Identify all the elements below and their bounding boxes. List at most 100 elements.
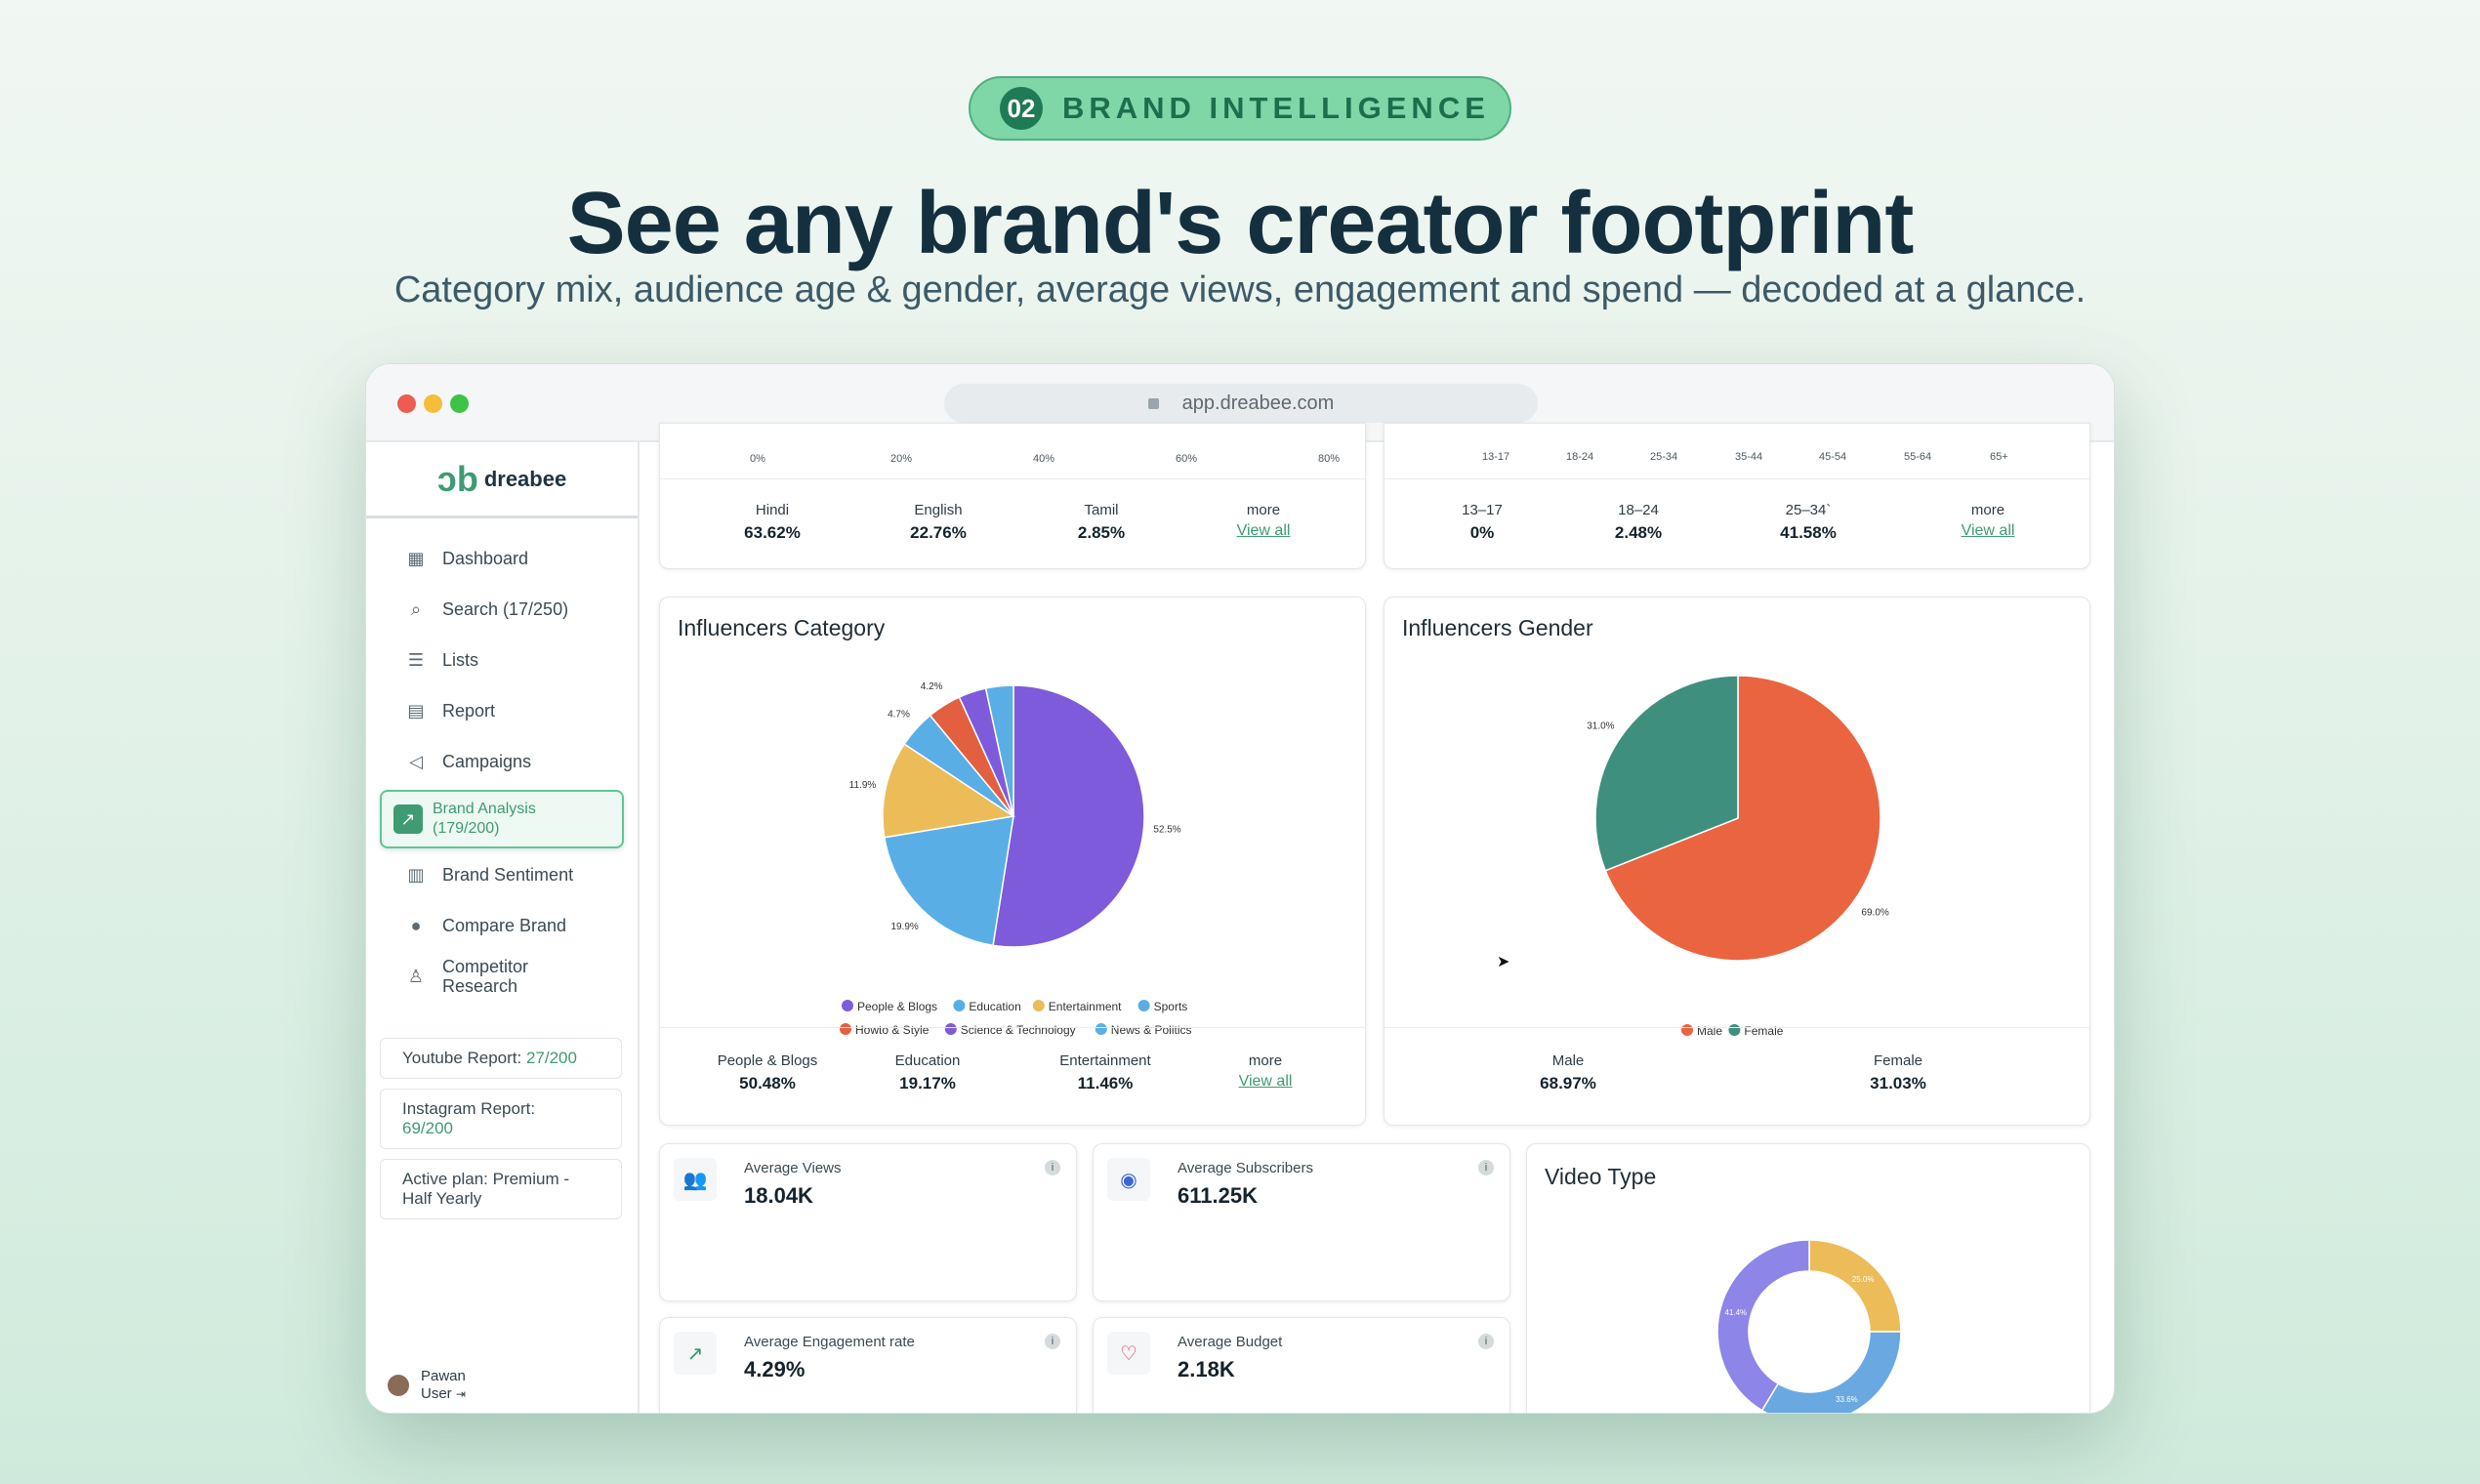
sidebar-item-label: Brand Analysis (179/200) <box>433 801 536 837</box>
metric-label: Average Views <box>744 1160 842 1176</box>
axis-tick: 65+ <box>1990 451 2008 463</box>
stat-label: 13–17 <box>1462 502 1503 518</box>
language-stat: English 22.76% <box>870 502 1007 543</box>
legend-label[interactable]: Entertainment <box>1049 1000 1122 1013</box>
influencers-category-panel: Influencers Category 52.5% 19.9% 11.9% 4.7%… <box>659 597 1366 1126</box>
metric-value: 18.04K <box>744 1183 813 1208</box>
active-plan-text: Active plan: Premium - Half Yearly <box>402 1170 569 1208</box>
category-stat: Entertainment 11.46% <box>1037 1052 1174 1093</box>
close-window-button[interactable] <box>397 394 416 413</box>
view-all-link[interactable]: View all <box>1195 522 1332 540</box>
divider <box>1385 478 2089 479</box>
video-type-donut-chart: 25.0% 33.6% 41.4% <box>1716 1239 1902 1414</box>
logo-word: dreabee <box>483 466 567 491</box>
category-pie-chart: 52.5% 19.9% 11.9% 4.7% 4.2% People & Blogs Edu… <box>840 681 1192 1037</box>
sidebar-item-report[interactable]: ▤ Report <box>382 688 626 733</box>
list-icon: ☰ <box>407 649 425 670</box>
category-stat: Education 19.17% <box>859 1052 996 1093</box>
data-label: 41.4% <box>1724 1308 1747 1317</box>
axis-tick: 40% <box>1033 453 1055 465</box>
sidebar-item-label: Campaigns <box>442 751 532 771</box>
data-label: 69.0% <box>1861 908 1888 919</box>
legend-label[interactable]: Education <box>969 1000 1020 1013</box>
metric-value: 4.29% <box>744 1357 806 1381</box>
legend-swatch <box>842 1000 853 1011</box>
pie-slice[interactable] <box>1760 1331 1902 1414</box>
more-label: more <box>1970 502 2005 518</box>
sidebar-item-label: Dashboard <box>442 548 529 568</box>
sidebar-item-search[interactable]: ⌕ Search (17/250) <box>382 587 626 632</box>
metric-value: 2.18K <box>1178 1357 1235 1381</box>
badge-number: 02 <box>1000 87 1043 130</box>
axis-tick: 80% <box>1318 453 1341 465</box>
sidebar-item-brand-sentiment[interactable]: ▥ Brand Sentiment <box>382 852 626 897</box>
eye-icon: ◉ <box>1107 1158 1150 1201</box>
metric-label: Average Subscribers <box>1178 1160 1313 1176</box>
address-bar[interactable]: app.dreabee.com <box>944 384 1538 423</box>
sidebar-item-brand-analysis[interactable]: ↗ Brand Analysis (179/200) <box>380 790 624 848</box>
sidebar-item-dashboard[interactable]: ▦ Dashboard <box>382 536 626 581</box>
page-subheadline: Category mix, audience age & gender, ave… <box>393 269 2087 310</box>
badge-label: BRAND INTELLIGENCE <box>1062 91 1490 125</box>
metric-value: 611.25K <box>1178 1183 1258 1208</box>
view-all-link[interactable]: View all <box>1197 1073 1334 1091</box>
category-stat: People & Blogs 50.48% <box>699 1052 836 1093</box>
legend-label[interactable]: Sports <box>1154 1000 1188 1013</box>
lock-icon <box>1147 397 1159 409</box>
language-stat: Hindi 63.62% <box>704 502 841 543</box>
legend-swatch <box>1095 1023 1107 1035</box>
stat-value: 31.03% <box>1870 1074 1926 1092</box>
dreabee-logo-icon: ↄb <box>436 458 478 499</box>
app-logo[interactable]: ↄb dreabee <box>366 442 638 518</box>
stat-value: 0% <box>1469 523 1495 542</box>
sidebar-item-competitor-research[interactable]: ♙ Competitor Research <box>382 954 626 999</box>
youtube-report-label: Youtube Report: <box>402 1049 526 1067</box>
info-icon[interactable]: i <box>1478 1334 1494 1349</box>
sidebar-item-lists[interactable]: ☰ Lists <box>382 638 626 682</box>
legend-swatch <box>1137 1000 1150 1011</box>
axis-tick: 13-17 <box>1482 451 1510 463</box>
legend-label[interactable]: Howto & Style <box>855 1023 930 1037</box>
instagram-report-card: Instagram Report: 69/200 <box>380 1089 622 1149</box>
sentiment-icon: ▥ <box>407 864 425 885</box>
stat-label: Education <box>894 1052 961 1069</box>
data-label: 25.0% <box>1852 1275 1875 1284</box>
category-more: more View all <box>1197 1052 1334 1091</box>
pie-slice[interactable] <box>1808 1239 1902 1333</box>
gender-pie-chart: 69.0%31.0%Male Female <box>1587 675 1889 1038</box>
report-icon: ▤ <box>407 700 425 721</box>
language-panel: 0% 20% 40% 60% 80% Hindi 63.62% English 22… <box>659 423 1366 569</box>
sidebar-item-label: Brand Sentiment <box>442 864 574 885</box>
data-label: 4.7% <box>888 709 910 720</box>
legend-label[interactable]: Science & Technology <box>961 1023 1076 1037</box>
legend-swatch <box>953 1000 966 1011</box>
info-icon[interactable]: i <box>1045 1334 1060 1349</box>
legend-label[interactable]: News & Politics <box>1111 1023 1192 1037</box>
language-more: more View all <box>1195 502 1332 540</box>
stat-label: English <box>914 502 963 518</box>
info-icon[interactable]: i <box>1045 1160 1060 1175</box>
logout-icon[interactable]: ⇥ <box>456 1387 466 1401</box>
axis-tick: 25-34 <box>1650 451 1678 463</box>
sidebar-item-label: Lists <box>442 649 479 670</box>
legend-label[interactable]: People & Blogs <box>857 1000 937 1013</box>
minimize-window-button[interactable] <box>424 394 442 413</box>
user-role: User <box>421 1385 452 1402</box>
data-label: 52.5% <box>1153 824 1180 835</box>
sidebar-item-campaigns[interactable]: ◁ Campaigns <box>382 739 626 784</box>
axis-tick: 55-64 <box>1904 451 1932 463</box>
sidebar-item-compare-brand[interactable]: ● Compare Brand <box>382 903 626 948</box>
view-all-link[interactable]: View all <box>1920 522 2056 540</box>
average-views-card: 👥 Average Views 18.04K i <box>659 1143 1077 1301</box>
user-profile[interactable]: Pawan User ⇥ <box>388 1368 466 1403</box>
axis-tick: 20% <box>890 453 913 465</box>
info-icon[interactable]: i <box>1478 1160 1494 1175</box>
stat-value: 19.17% <box>899 1074 956 1092</box>
pie-slice[interactable] <box>1716 1239 1810 1412</box>
maximize-window-button[interactable] <box>450 394 469 413</box>
data-label: 4.2% <box>921 681 943 692</box>
sidebar-item-label: Competitor Research <box>442 957 529 996</box>
data-label: 33.6% <box>1836 1395 1858 1404</box>
pie-slice[interactable] <box>992 684 1145 948</box>
sidebar: ↄb dreabee ▦ Dashboard ⌕ Search (17/250)… <box>366 442 640 1413</box>
